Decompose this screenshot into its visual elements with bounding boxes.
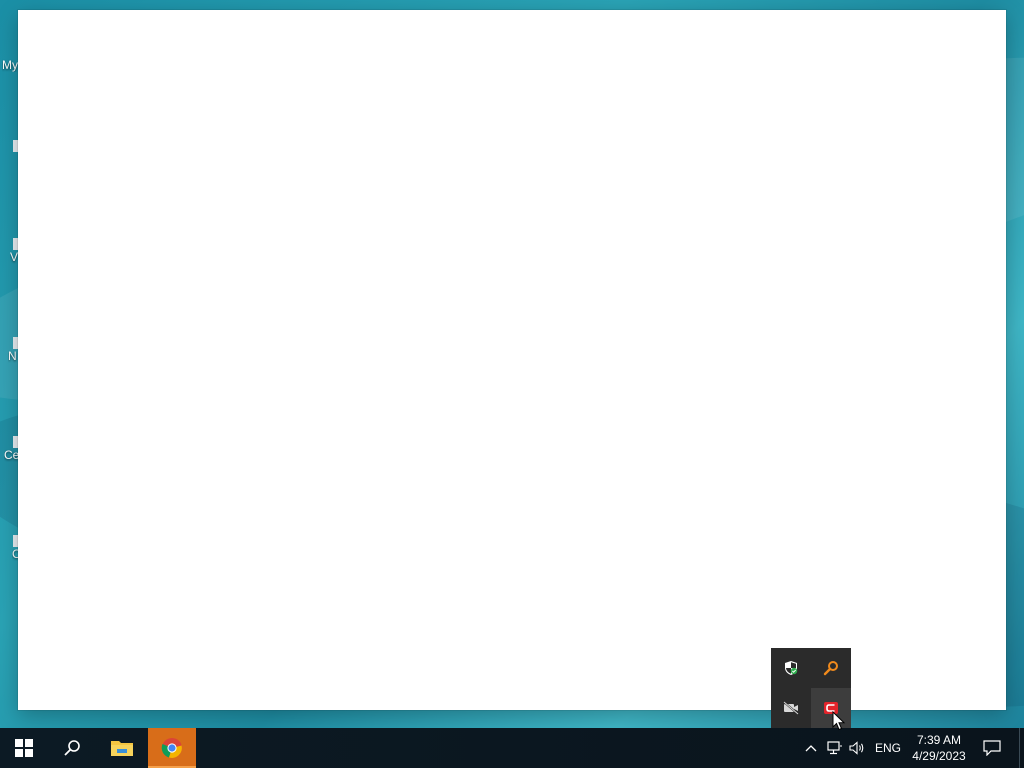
blank-app-window[interactable] bbox=[18, 10, 1006, 710]
clock-time: 7:39 AM bbox=[916, 733, 962, 747]
clock-date: 4/29/2023 bbox=[912, 749, 966, 763]
search-tool-icon[interactable] bbox=[811, 648, 851, 688]
action-center-button[interactable] bbox=[978, 728, 1006, 768]
speaker-icon bbox=[849, 741, 864, 755]
chevron-up-icon bbox=[805, 745, 817, 752]
show-hidden-icons-button[interactable] bbox=[800, 728, 822, 768]
windows-logo-icon bbox=[15, 739, 33, 757]
camera-off-icon[interactable] bbox=[771, 688, 811, 728]
input-language-indicator[interactable]: ENG bbox=[872, 728, 904, 768]
desktop-icon[interactable]: My bbox=[0, 58, 20, 72]
desktop-icon[interactable]: N bbox=[0, 337, 20, 363]
network-button[interactable] bbox=[824, 728, 846, 768]
file-explorer-button[interactable] bbox=[98, 728, 146, 768]
desktop-icon[interactable]: V bbox=[0, 238, 20, 264]
show-desktop-button[interactable] bbox=[1019, 728, 1024, 768]
mouse-cursor-icon bbox=[832, 711, 846, 731]
start-button[interactable] bbox=[0, 728, 48, 768]
desktop-icon[interactable]: C bbox=[0, 535, 21, 561]
search-icon bbox=[64, 740, 80, 756]
desktop-icon[interactable] bbox=[0, 140, 20, 152]
folder-icon bbox=[111, 741, 133, 756]
taskbar: ENG 7:39 AM 4/29/2023 bbox=[0, 728, 1024, 768]
chrome-browser-icon bbox=[161, 738, 182, 758]
browser-button[interactable] bbox=[148, 728, 196, 768]
network-icon bbox=[827, 741, 842, 755]
search-button[interactable] bbox=[48, 728, 96, 768]
notification-icon bbox=[983, 740, 1001, 756]
clock[interactable]: 7:39 AM 4/29/2023 bbox=[906, 728, 972, 768]
volume-button[interactable] bbox=[846, 728, 870, 768]
windows-security-icon[interactable] bbox=[771, 648, 811, 688]
desktop-icon[interactable]: Ce bbox=[0, 436, 20, 462]
